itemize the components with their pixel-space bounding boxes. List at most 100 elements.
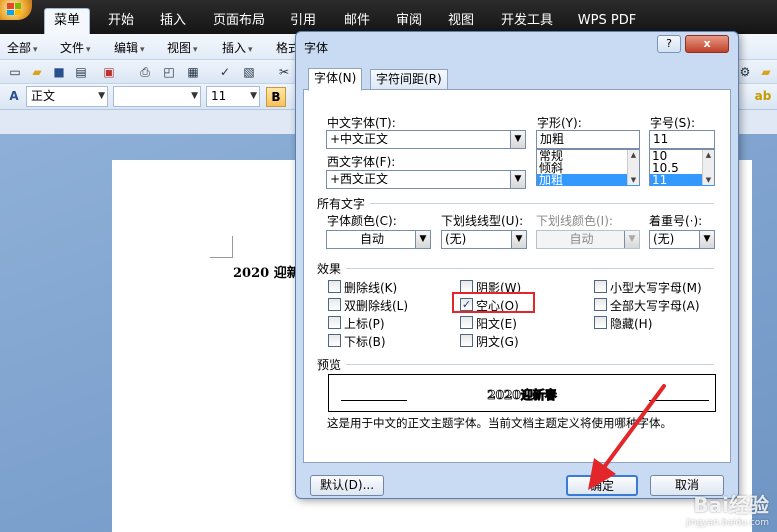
preview-text: 2020迎新春: [487, 388, 557, 403]
help-button[interactable]: ?: [657, 35, 681, 53]
tab-font[interactable]: 字体(N): [308, 68, 363, 91]
tab-menu[interactable]: 菜单: [44, 8, 90, 35]
tab-insert[interactable]: 插入: [150, 9, 196, 34]
section-divider: [346, 364, 714, 365]
emphasis-mark-label: 着重号(·):: [649, 214, 703, 228]
list-item-selected[interactable]: 加粗: [537, 174, 639, 186]
tab-home[interactable]: 开始: [98, 9, 144, 34]
research-icon[interactable]: ▦: [184, 63, 202, 81]
scroll-up-icon[interactable]: ▲: [628, 151, 639, 159]
save-icon[interactable]: ■: [50, 63, 68, 81]
new-document-icon[interactable]: ▭: [6, 63, 24, 81]
hidden-checkbox[interactable]: [594, 316, 607, 329]
chevron-down-icon: ▼: [624, 231, 639, 248]
engrave-label[interactable]: 阴文(G): [476, 333, 519, 350]
font-description-note: 这是用于中文的正文主题字体。当前文档主题定义将使用哪种字体。: [327, 416, 672, 430]
chevron-down-icon: ▼: [510, 131, 525, 148]
subscript-checkbox[interactable]: [328, 334, 341, 347]
font-style-input[interactable]: 加粗: [536, 130, 640, 149]
default-button[interactable]: 默认(D)...: [310, 475, 384, 496]
print-icon[interactable]: ⎙: [136, 63, 154, 81]
menu-edit[interactable]: 编辑: [114, 39, 145, 56]
latin-font-label: 西文字体(F):: [327, 155, 396, 169]
open-folder-icon[interactable]: ▰: [28, 63, 46, 81]
margin-corner-mark: [232, 236, 233, 258]
style-combo[interactable]: 正文 ▼: [26, 86, 108, 107]
office-logo-icon: [7, 3, 21, 15]
asian-font-select[interactable]: +中文正文 ▼: [326, 130, 526, 149]
superscript-label[interactable]: 上标(P): [344, 315, 385, 332]
section-divider: [346, 268, 714, 269]
small-caps-checkbox[interactable]: [594, 280, 607, 293]
style-combo-value: 正文: [31, 89, 56, 103]
menu-view[interactable]: 视图: [167, 39, 198, 56]
font-combo[interactable]: ▼: [113, 86, 201, 107]
menu-file[interactable]: 文件: [60, 39, 91, 56]
font-size-input[interactable]: 11: [649, 130, 715, 149]
double-strikethrough-label[interactable]: 双删除线(L): [344, 297, 408, 314]
font-color-select[interactable]: 自动 ▼: [326, 230, 431, 249]
office-button[interactable]: [0, 0, 32, 20]
font-size-list[interactable]: 10 10.5 11 ▲ ▼: [649, 149, 715, 186]
close-button[interactable]: x: [685, 35, 729, 53]
font-color-label: 字体颜色(C):: [327, 214, 397, 228]
latin-font-select[interactable]: +西文正文 ▼: [326, 170, 526, 189]
watermark-url: jingyan.baidu.com: [685, 518, 769, 528]
scroll-down-icon[interactable]: ▼: [703, 176, 714, 184]
dialog-title: 字体: [304, 41, 329, 55]
scrollbar[interactable]: ▲ ▼: [702, 150, 714, 185]
underline-color-value: 自动: [569, 232, 594, 246]
engrave-checkbox[interactable]: [460, 334, 473, 347]
all-caps-checkbox[interactable]: [594, 298, 607, 311]
preview-icon[interactable]: ◰: [160, 63, 178, 81]
tab-page-layout[interactable]: 页面布局: [206, 9, 272, 34]
chevron-down-icon: ▼: [415, 231, 430, 248]
section-divider: [370, 203, 714, 204]
cut-icon[interactable]: ✂: [275, 63, 293, 81]
strikethrough-checkbox[interactable]: [328, 280, 341, 293]
spelling-icon[interactable]: ✓: [216, 63, 234, 81]
scroll-down-icon[interactable]: ▼: [628, 176, 639, 184]
superscript-checkbox[interactable]: [328, 316, 341, 329]
preview-heading: 预览: [317, 358, 342, 372]
underline-style-select[interactable]: (无) ▼: [441, 230, 527, 249]
emphasis-mark-select[interactable]: (无) ▼: [649, 230, 715, 249]
all-caps-label[interactable]: 全部大写字母(A): [610, 297, 700, 314]
double-strikethrough-checkbox[interactable]: [328, 298, 341, 311]
strikethrough-label[interactable]: 删除线(K): [344, 279, 397, 296]
menu-insert[interactable]: 插入: [222, 39, 253, 56]
highlight-icon[interactable]: ab: [754, 87, 772, 105]
scrollbar[interactable]: ▲ ▼: [627, 150, 639, 185]
chevron-down-icon: ▼: [191, 91, 198, 101]
bold-button[interactable]: B: [266, 87, 286, 107]
chevron-down-icon: ▼: [250, 91, 257, 101]
font-size-value: 11: [653, 132, 669, 146]
chevron-down-icon: ▼: [510, 171, 525, 188]
menu-all[interactable]: 全部: [7, 39, 38, 56]
asian-font-label: 中文字体(T):: [327, 116, 396, 130]
underline-color-select: 自动 ▼: [536, 230, 640, 249]
font-size-combo[interactable]: 11 ▼: [206, 86, 260, 107]
chevron-down-icon: ▼: [699, 231, 714, 248]
document-text[interactable]: 2020 迎新: [233, 262, 300, 281]
print-preview-icon[interactable]: ▣: [100, 63, 118, 81]
paste-icon[interactable]: ▰: [757, 63, 775, 81]
watermark-text: Bai经验: [693, 493, 769, 517]
emboss-label[interactable]: 阳文(E): [476, 315, 517, 332]
ok-button[interactable]: 确定: [566, 475, 638, 496]
ribbon-tab-bar: 菜单 开始 插入 页面布局 引用 邮件 审阅 视图 开发工具 WPS PDF: [0, 0, 777, 35]
permission-icon[interactable]: ▤: [72, 63, 90, 81]
styles-icon[interactable]: A: [5, 87, 23, 105]
hidden-label[interactable]: 隐藏(H): [610, 315, 652, 332]
font-style-value: 加粗: [540, 132, 565, 146]
emboss-checkbox[interactable]: [460, 316, 473, 329]
latin-font-value: +西文正文: [330, 172, 389, 186]
scroll-up-icon[interactable]: ▲: [703, 151, 714, 159]
subscript-label[interactable]: 下标(B): [344, 333, 386, 350]
font-style-list[interactable]: 常规 倾斜 加粗 ▲ ▼: [536, 149, 640, 186]
thesaurus-icon[interactable]: ▧: [240, 63, 258, 81]
annotation-highlight-box: [452, 292, 535, 313]
tab-character-spacing[interactable]: 字符间距(R): [370, 69, 448, 90]
small-caps-label[interactable]: 小型大写字母(M): [610, 279, 702, 296]
chevron-down-icon: ▼: [98, 91, 105, 101]
